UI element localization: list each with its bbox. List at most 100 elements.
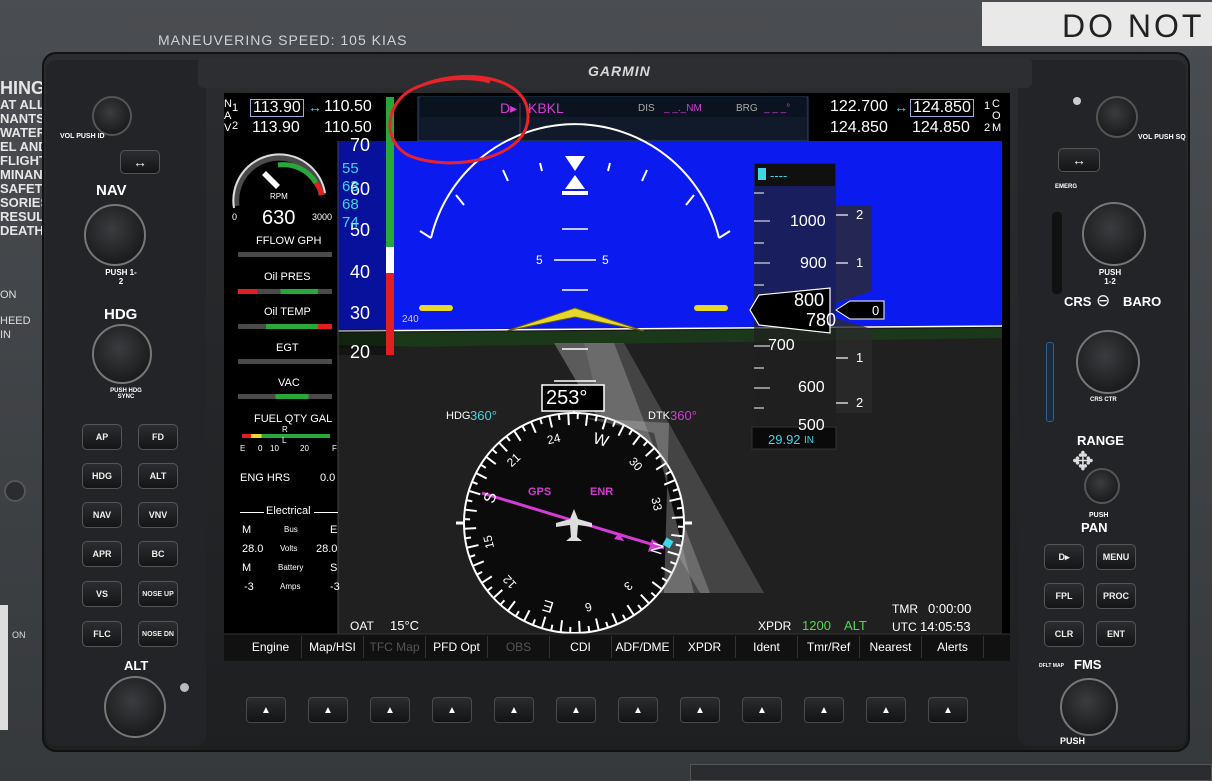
range-pan-joystick[interactable] xyxy=(1084,468,1120,504)
ap-button-nose-up[interactable]: NOSE UP xyxy=(138,581,178,607)
xpdr-label: XPDR xyxy=(758,619,792,633)
softkey-button-2[interactable]: ▲ xyxy=(308,697,348,723)
maneuvering-speed-placard: MANEUVERING SPEED: 105 KIAS xyxy=(158,32,408,48)
com1-standby-freq[interactable]: 124.850 xyxy=(910,99,974,117)
altitude-knob[interactable] xyxy=(104,676,166,738)
hdg-bug-value[interactable]: 360° xyxy=(470,409,497,422)
vol-push-id-label: VOL PUSH ID xyxy=(60,133,105,140)
fuel-20: 20 xyxy=(300,444,309,453)
softkey-button-10[interactable]: ▲ xyxy=(804,697,844,723)
direct-to-button[interactable]: D▸ xyxy=(1044,544,1084,570)
softkey-button-9[interactable]: ▲ xyxy=(742,697,782,723)
fpl-button[interactable]: FPL xyxy=(1044,583,1084,609)
ap-button-bc[interactable]: BC xyxy=(138,541,178,567)
softkey-button-11[interactable]: ▲ xyxy=(866,697,906,723)
softkey-button-6[interactable]: ▲ xyxy=(556,697,596,723)
elec-bus: Bus xyxy=(284,525,298,534)
ias-tick-30: 30 xyxy=(350,303,371,323)
softkey-button-4[interactable]: ▲ xyxy=(432,697,472,723)
softkey-label-xpdr: XPDR xyxy=(674,636,736,658)
dflt-map-label: DFLT MAP xyxy=(1039,663,1064,669)
elec-battery: Battery xyxy=(278,563,304,572)
emerg-label: EMERG xyxy=(1055,184,1078,190)
com1-index: 1 xyxy=(984,100,991,112)
softkey-button-5[interactable]: ▲ xyxy=(494,697,534,723)
fuel-qty-label: FUEL QTY GAL xyxy=(254,413,333,425)
clr-button[interactable]: CLR xyxy=(1044,621,1084,647)
nav-push-label: PUSH 1-2 xyxy=(105,268,137,286)
vsi-value: 0 xyxy=(872,303,880,318)
hdg-bug-label: HDG xyxy=(446,410,471,422)
com-volume-knob[interactable] xyxy=(1096,96,1138,138)
gps-source: GPS xyxy=(528,486,552,498)
baro-setting[interactable]: 29.92 xyxy=(768,433,801,446)
ap-button-hdg[interactable]: HDG xyxy=(82,463,122,489)
hdg-knob-label: HDG xyxy=(104,306,138,323)
softkey-button-1[interactable]: ▲ xyxy=(246,697,286,723)
nav-swap-button[interactable]: ↔ xyxy=(120,150,160,174)
nav2-active-freq[interactable]: 113.90 xyxy=(252,120,300,136)
vsi-tick-2-down: 2 xyxy=(856,395,864,410)
heading-knob[interactable] xyxy=(92,324,152,384)
fuel-e: E xyxy=(240,444,246,453)
joystick-arrows-icon: ✥ xyxy=(1072,446,1094,476)
ap-button-flc[interactable]: FLC xyxy=(82,621,122,647)
placard-on-2: ON xyxy=(12,630,26,640)
ap-button-nav[interactable]: NAV xyxy=(82,502,122,528)
nav1-active-freq[interactable]: 113.90 xyxy=(250,99,304,117)
ap-button-fd[interactable]: FD xyxy=(138,424,178,450)
nav1-standby-freq[interactable]: 110.50 xyxy=(324,99,372,115)
softkey-button-12[interactable]: ▲ xyxy=(928,697,968,723)
ap-button-vs[interactable]: VS xyxy=(82,581,122,607)
nav-volume-knob[interactable] xyxy=(92,96,132,136)
ap-button-alt[interactable]: ALT xyxy=(138,463,178,489)
ap-button-apr[interactable]: APR xyxy=(82,541,122,567)
nav-label-v: V xyxy=(224,122,232,134)
softkey-button-7[interactable]: ▲ xyxy=(618,697,658,723)
oil-pres-bar xyxy=(238,289,332,294)
ap-button-ap[interactable]: AP xyxy=(82,424,122,450)
menu-button[interactable]: MENU xyxy=(1096,544,1136,570)
softkey-label-map-hsi: Map/HSI xyxy=(302,636,364,658)
pitch-label-right: 5 xyxy=(602,253,609,267)
elec-amps-label: Amps xyxy=(280,582,301,591)
nav2-standby-freq[interactable]: 110.50 xyxy=(324,120,372,136)
pitch-label-left: 5 xyxy=(536,253,543,267)
baro-unit: IN xyxy=(804,435,814,446)
elec-s: S xyxy=(330,562,338,574)
dis-label: DIS xyxy=(638,103,655,114)
com2-active-freq[interactable]: 124.850 xyxy=(830,120,888,136)
fms-push-label: PUSH xyxy=(1060,736,1086,746)
nav-label-a: A xyxy=(224,110,232,122)
fms-knob[interactable] xyxy=(1060,678,1118,736)
softkey-label-adf-dme: ADF/DME xyxy=(612,636,674,658)
elec-volts-label: Volts xyxy=(280,544,298,553)
ap-button-nose-dn[interactable]: NOSE DN xyxy=(138,621,178,647)
com1-active-freq[interactable]: 122.700 xyxy=(830,99,888,115)
com-frequency-knob[interactable] xyxy=(1082,202,1146,266)
oil-temp-label: Oil TEMP xyxy=(264,306,311,318)
alt-knob-label: ALT xyxy=(124,658,149,673)
eng-hrs-value: 0.0 xyxy=(320,472,336,484)
com-label-c: C xyxy=(992,98,1000,110)
hsi-tick xyxy=(466,499,473,503)
xpdr-code[interactable]: 1200 xyxy=(802,619,831,632)
softkey-button-8[interactable]: ▲ xyxy=(680,697,720,723)
ap-button-vnv[interactable]: VNV xyxy=(138,502,178,528)
ent-button[interactable]: ENT xyxy=(1096,621,1136,647)
crs-baro-knob[interactable] xyxy=(1076,330,1140,394)
elec-volts-2: 28.0 xyxy=(316,543,338,555)
hsi-tick xyxy=(557,413,561,421)
com2-standby-freq[interactable]: 124.850 xyxy=(912,120,970,136)
vol-push-sq-label: VOL PUSH SQ xyxy=(1138,134,1186,141)
softkey-button-3[interactable]: ▲ xyxy=(370,697,410,723)
selected-altitude[interactable]: ---- xyxy=(770,169,787,182)
proc-button[interactable]: PROC xyxy=(1096,583,1136,609)
hsi-tick xyxy=(464,536,472,540)
nav2-index: 2 xyxy=(232,120,239,132)
nav-frequency-knob[interactable] xyxy=(84,204,146,266)
com-push-label: PUSH 1-2 xyxy=(1098,268,1122,286)
oat-value: 15°C xyxy=(390,618,420,633)
com-swap-button[interactable]: ↔ xyxy=(1058,148,1100,172)
placard-on: ON xyxy=(0,289,17,301)
